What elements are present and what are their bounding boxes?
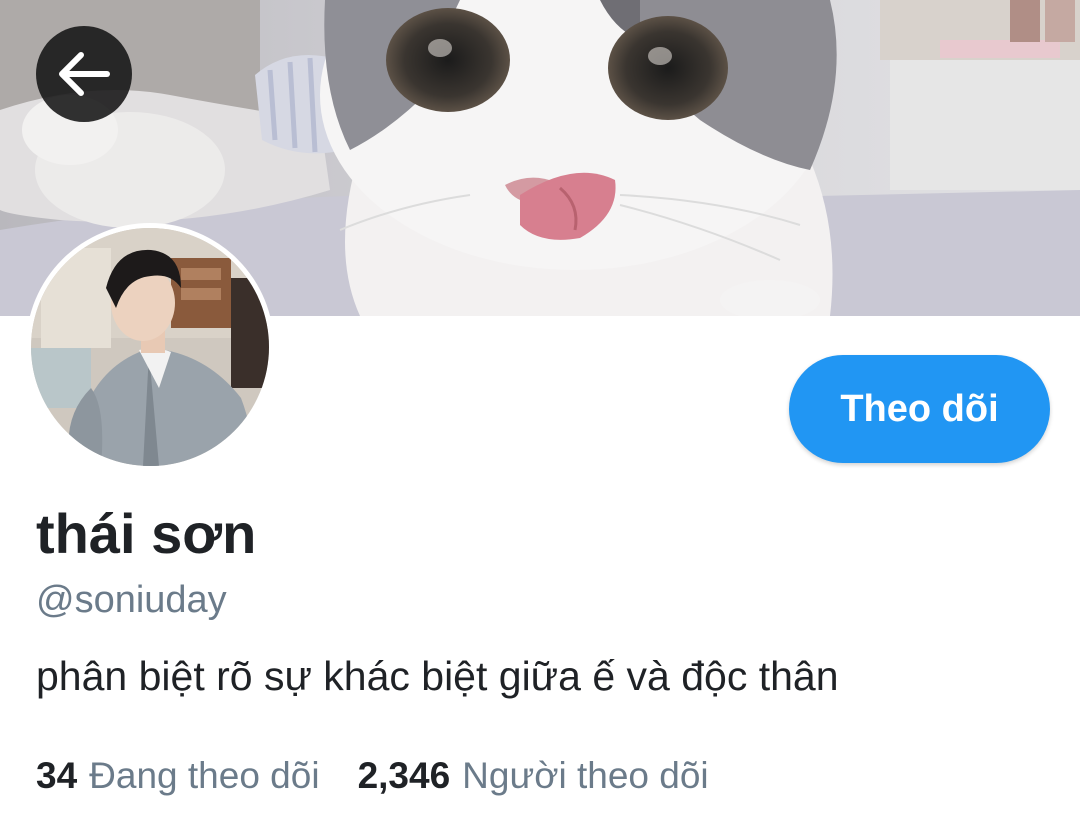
avatar-image <box>31 228 269 466</box>
back-button[interactable] <box>36 26 132 122</box>
followers-label: Người theo dõi <box>462 755 709 796</box>
display-name: thái sơn <box>36 502 257 565</box>
followers-stat[interactable]: 2,346 Người theo dõi <box>358 753 709 799</box>
following-label: Đang theo dõi <box>89 755 320 796</box>
arrow-left-icon <box>59 52 110 96</box>
following-stat[interactable]: 34 Đang theo dõi <box>36 753 320 799</box>
user-handle: @soniuday <box>36 579 227 621</box>
profile-bio: phân biệt rõ sự khác biệt giữa ế và độc … <box>36 653 839 699</box>
avatar[interactable] <box>26 223 274 471</box>
follow-button[interactable]: Theo dõi <box>789 355 1050 463</box>
following-count: 34 <box>36 755 78 796</box>
followers-count: 2,346 <box>357 755 451 796</box>
profile-stats: 34 Đang theo dõi 2,346 Người theo dõi <box>36 753 709 799</box>
